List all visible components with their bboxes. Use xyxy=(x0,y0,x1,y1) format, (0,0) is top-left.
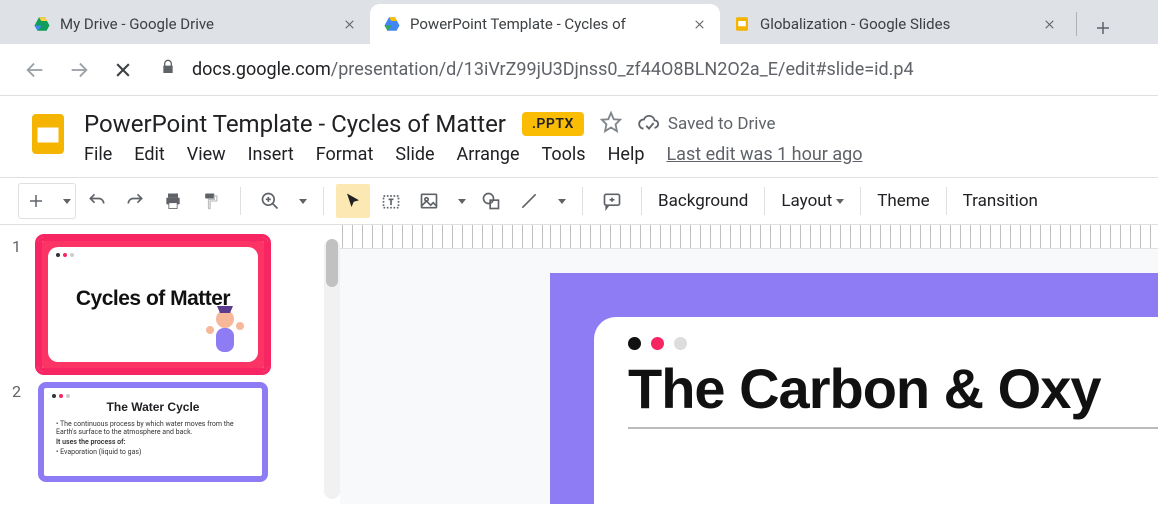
save-status: Saved to Drive xyxy=(638,113,776,135)
character-illustration xyxy=(202,306,248,358)
tab-title: PowerPoint Template - Cycles of xyxy=(410,15,690,33)
toolbar-separator xyxy=(860,187,861,215)
layout-label: Layout xyxy=(781,191,832,211)
menu-help[interactable]: Help xyxy=(608,144,645,165)
close-icon[interactable] xyxy=(1040,15,1058,33)
last-edit-link[interactable]: Last edit was 1 hour ago xyxy=(666,144,862,165)
menu-format[interactable]: Format xyxy=(316,144,374,165)
main-area: 1 Cycles of Matter 2 The W xyxy=(0,225,1158,504)
menu-view[interactable]: View xyxy=(187,144,226,165)
toolbar-separator xyxy=(641,187,642,215)
menu-tools[interactable]: Tools xyxy=(542,144,586,165)
toolbar-separator xyxy=(764,187,765,215)
toolbar-separator xyxy=(240,187,241,215)
format-badge: .PPTX xyxy=(522,112,584,136)
drive-favicon xyxy=(32,14,52,34)
line-tool[interactable] xyxy=(512,184,546,218)
forward-button[interactable] xyxy=(64,55,94,85)
browser-tab[interactable]: Globalization - Google Slides xyxy=(720,4,1070,44)
toolbar-separator xyxy=(323,187,324,215)
panel-scrollbar[interactable] xyxy=(324,239,340,499)
document-title[interactable]: PowerPoint Template - Cycles of Matter xyxy=(84,110,506,138)
zoom-menu[interactable] xyxy=(291,184,311,218)
menu-arrange[interactable]: Arrange xyxy=(457,144,520,165)
slide-number: 2 xyxy=(12,382,24,482)
thumb-text: • The continuous process by which water … xyxy=(56,420,250,436)
menu-slide[interactable]: Slide xyxy=(395,144,434,165)
menu-file[interactable]: File xyxy=(84,144,112,165)
browser-tab-strip: My Drive - Google Drive PowerPoint Templ… xyxy=(0,0,1158,44)
browser-tab[interactable]: My Drive - Google Drive xyxy=(20,4,370,44)
toolbar-separator xyxy=(582,187,583,215)
toolbar: Background Layout Theme Transition xyxy=(0,177,1158,225)
horizontal-ruler xyxy=(340,225,1158,249)
browser-tab[interactable]: PowerPoint Template - Cycles of xyxy=(370,4,720,44)
thumb-text: It uses the process of: xyxy=(56,438,250,446)
thumbnail-row: 2 The Water Cycle • The continuous proce… xyxy=(12,382,328,482)
cloud-check-icon xyxy=(638,113,660,135)
select-tool[interactable] xyxy=(336,184,370,218)
redo-button[interactable] xyxy=(118,184,152,218)
app-header: PowerPoint Template - Cycles of Matter .… xyxy=(0,96,1158,165)
menu-insert[interactable]: Insert xyxy=(248,144,294,165)
paint-format-button[interactable] xyxy=(194,184,228,218)
save-status-text: Saved to Drive xyxy=(668,114,776,134)
window-dots-icon xyxy=(628,337,1158,350)
url-host: docs.google.com xyxy=(192,59,331,80)
chevron-down-icon xyxy=(836,199,844,204)
transition-button[interactable]: Transition xyxy=(959,185,1042,217)
textbox-tool[interactable] xyxy=(374,184,408,218)
window-dots-icon xyxy=(56,253,250,257)
lock-icon xyxy=(160,59,176,80)
slide-thumbnail[interactable]: Cycles of Matter xyxy=(38,237,268,372)
new-slide-button[interactable] xyxy=(19,184,53,218)
image-tool[interactable] xyxy=(412,184,446,218)
scrollbar-grip[interactable] xyxy=(326,239,338,287)
new-tab-button[interactable] xyxy=(1087,12,1119,44)
window-dots-icon xyxy=(52,394,254,398)
back-button[interactable] xyxy=(20,55,50,85)
slide-thumbnail[interactable]: The Water Cycle • The continuous process… xyxy=(38,382,268,482)
browser-toolbar: docs.google.com /presentation/d/13iVrZ99… xyxy=(0,44,1158,96)
image-menu[interactable] xyxy=(450,184,470,218)
menu-bar: File Edit View Insert Format Slide Arran… xyxy=(84,144,863,165)
star-icon[interactable] xyxy=(600,111,622,137)
thumb-title: The Water Cycle xyxy=(52,400,254,414)
new-slide-dropdown[interactable] xyxy=(55,184,75,218)
layout-button[interactable]: Layout xyxy=(777,185,848,217)
thumbnail-row: 1 Cycles of Matter xyxy=(12,237,328,372)
slides-logo[interactable] xyxy=(24,110,72,158)
slide-number: 1 xyxy=(12,237,24,372)
tab-title: My Drive - Google Drive xyxy=(60,15,340,33)
tab-separator xyxy=(1076,12,1077,36)
tab-title: Globalization - Google Slides xyxy=(760,15,1040,33)
undo-button[interactable] xyxy=(80,184,114,218)
slides-favicon xyxy=(382,14,402,34)
current-slide[interactable]: The Carbon & Oxy xyxy=(550,273,1158,504)
url-path: /presentation/d/13iVrZ99jU3Djnss0_zf44O8… xyxy=(331,59,914,80)
address-bar[interactable]: docs.google.com /presentation/d/13iVrZ99… xyxy=(152,53,1158,86)
print-button[interactable] xyxy=(156,184,190,218)
stop-reload-button[interactable] xyxy=(108,55,138,85)
slide-canvas[interactable]: The Carbon & Oxy xyxy=(340,225,1158,504)
menu-edit[interactable]: Edit xyxy=(134,144,164,165)
slides-favicon xyxy=(732,14,752,34)
close-icon[interactable] xyxy=(340,15,358,33)
background-button[interactable]: Background xyxy=(654,185,752,217)
thumb-text: • Evaporation (liquid to gas) xyxy=(56,448,250,456)
toolbar-separator xyxy=(946,187,947,215)
slide-heading: The Carbon & Oxy xyxy=(628,356,1158,421)
close-icon[interactable] xyxy=(690,15,708,33)
shape-tool[interactable] xyxy=(474,184,508,218)
comment-button[interactable] xyxy=(595,184,629,218)
divider xyxy=(628,427,1158,429)
thumb-body: • The continuous process by which water … xyxy=(52,420,254,456)
theme-button[interactable]: Theme xyxy=(873,185,933,217)
line-menu[interactable] xyxy=(550,184,570,218)
zoom-button[interactable] xyxy=(253,184,287,218)
slide-panel: 1 Cycles of Matter 2 The W xyxy=(0,225,340,504)
